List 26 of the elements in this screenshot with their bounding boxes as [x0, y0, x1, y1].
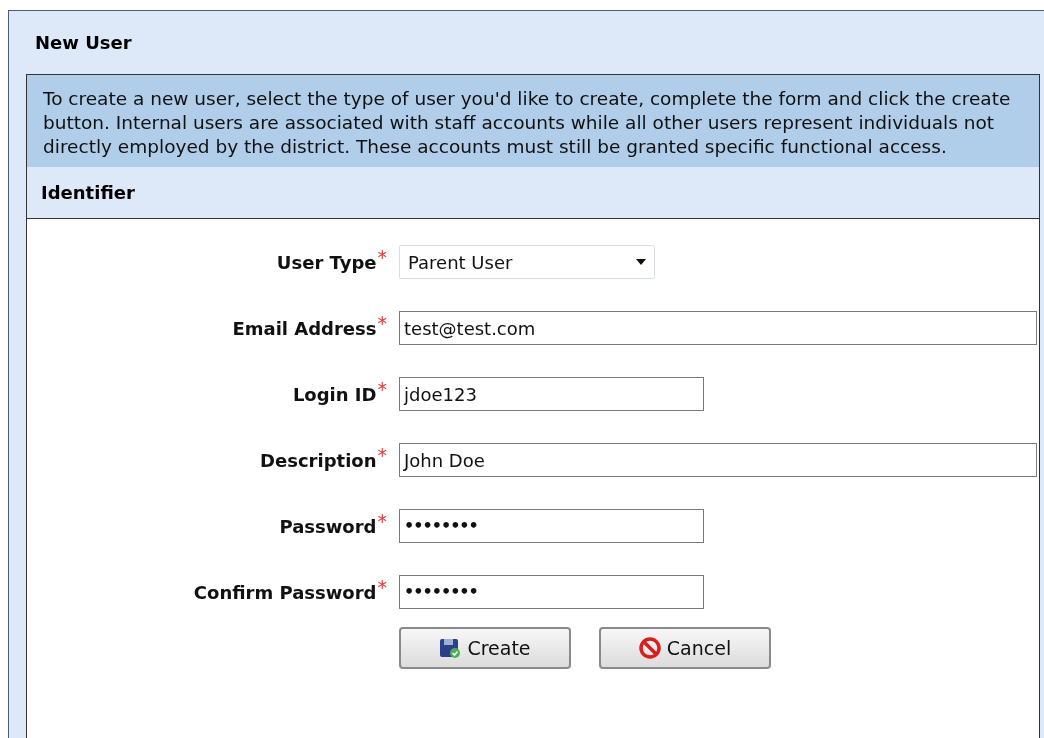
field-label: Confirm Password: [193, 580, 377, 605]
required-mark: *: [377, 508, 387, 534]
required-mark: *: [377, 442, 387, 468]
required-mark: *: [377, 376, 387, 402]
field-label: Login ID: [292, 382, 377, 407]
create-button[interactable]: Create: [399, 627, 571, 669]
field-label: User Type: [276, 250, 377, 275]
panel-title: New User: [34, 31, 133, 55]
field-label: Password: [279, 514, 377, 539]
cancel-button[interactable]: Cancel: [599, 627, 771, 669]
password-field[interactable]: ••••••••: [399, 575, 704, 609]
instructions: To create a new user, select the type of user you'd like to create, complete the form and click the create button. Internal users are associated with staff accounts while all other users represent individuals not directly employed by the district. These accounts must still be granted specific functional access.: [27, 75, 1039, 167]
prohibited-icon: [638, 637, 661, 659]
required-mark: *: [377, 244, 387, 270]
password-field[interactable]: ••••••••: [399, 509, 704, 543]
input-field[interactable]: John Doe: [399, 443, 1037, 477]
input-field[interactable]: jdoe123: [399, 377, 704, 411]
required-mark: *: [377, 574, 387, 600]
caret-icon: [636, 259, 646, 265]
input-field[interactable]: test@test.com: [399, 311, 1037, 345]
user-type-dropdown[interactable]: Parent User: [399, 245, 655, 279]
required-mark: *: [377, 310, 387, 336]
save-icon: [439, 637, 462, 659]
field-label: Description: [260, 448, 377, 473]
field-label: Email Address: [232, 316, 377, 341]
section-header: Identifier: [27, 167, 1039, 219]
